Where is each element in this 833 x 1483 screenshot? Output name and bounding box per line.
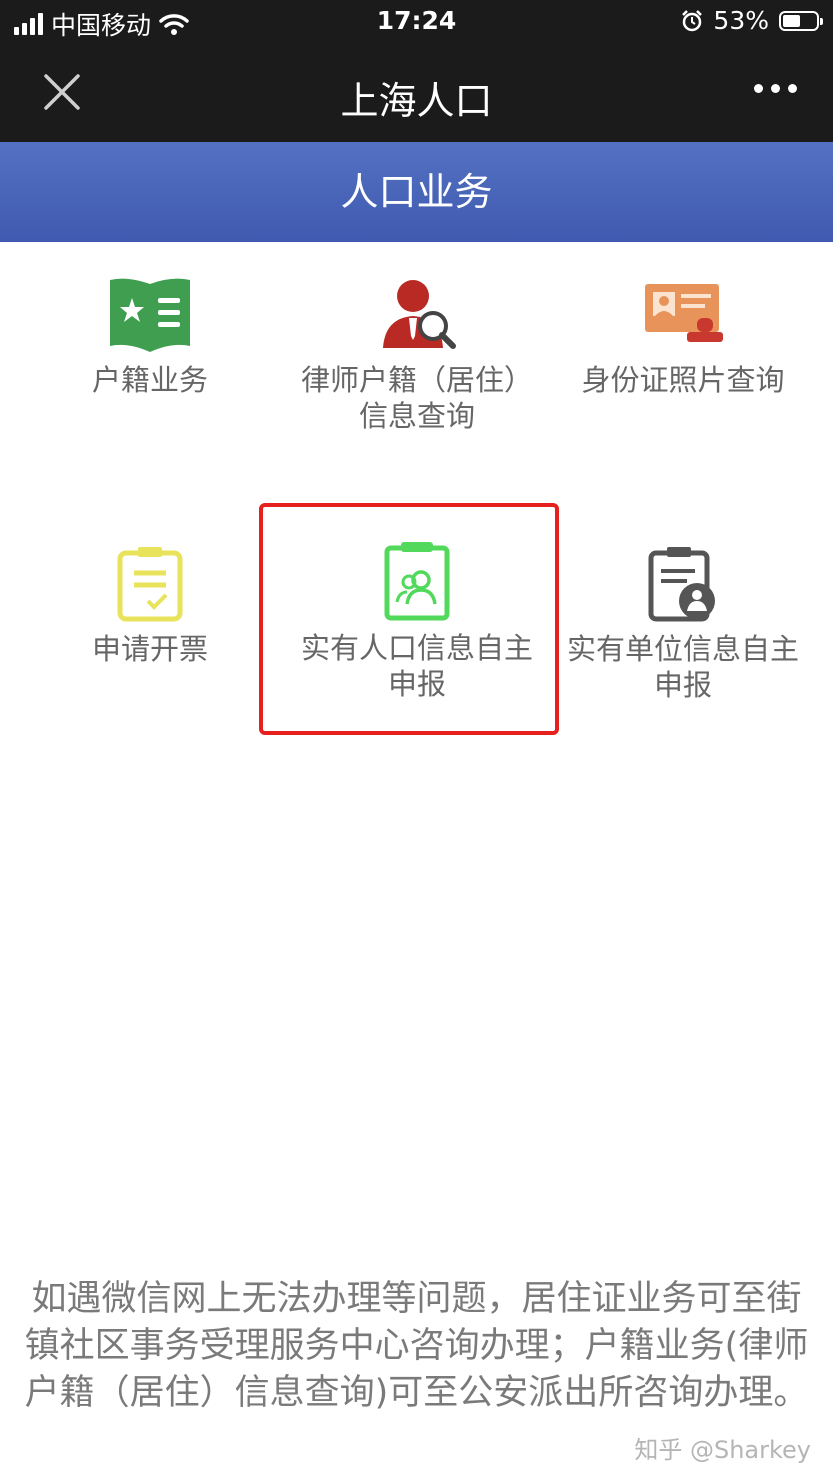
status-right: 53% xyxy=(681,6,823,35)
battery-level xyxy=(783,14,800,27)
unit-clipboard-icon xyxy=(648,547,715,622)
service-label: 户籍业务 xyxy=(91,363,208,397)
service-label: 身份证照片查询 xyxy=(581,363,785,397)
page-title: 上海人口 xyxy=(340,79,493,123)
footer-note: 如遇微信网上无法办理等问题，居住证业务可至街镇社区事务受理服务中心咨询办理；户籍… xyxy=(24,1279,809,1413)
service-label: 律师户籍（居住） 信息查询 xyxy=(300,363,533,433)
service-id-photo-query[interactable]: 身份证照片查询 xyxy=(548,276,818,398)
highlight-box xyxy=(259,503,559,735)
household-book-icon xyxy=(110,278,190,352)
section-header: 人口业务 xyxy=(0,142,833,242)
battery-icon xyxy=(779,10,823,31)
id-card-photo-icon xyxy=(645,284,723,342)
service-unit-self-report[interactable]: 实有单位信息自主 申报 xyxy=(548,545,818,703)
service-apply-invoice[interactable]: 申请开票 xyxy=(15,545,285,667)
service-household-registration[interactable]: 户籍业务 xyxy=(15,276,285,398)
watermark: 知乎 @Sharkey xyxy=(634,1436,811,1464)
battery-percent: 53% xyxy=(713,6,769,35)
invoice-clipboard-icon xyxy=(117,547,183,622)
service-lawyer-query[interactable]: 律师户籍（居住） 信息查询 xyxy=(282,276,552,434)
more-icon[interactable] xyxy=(754,84,797,93)
service-label: 实有单位信息自主 申报 xyxy=(566,632,799,702)
nav-bar: 上海人口 xyxy=(0,44,833,142)
alarm-icon xyxy=(682,9,703,31)
service-label: 申请开票 xyxy=(91,632,208,666)
status-bar: 中国移动 17:24 53% xyxy=(0,0,833,44)
lawyer-search-icon xyxy=(383,280,456,349)
